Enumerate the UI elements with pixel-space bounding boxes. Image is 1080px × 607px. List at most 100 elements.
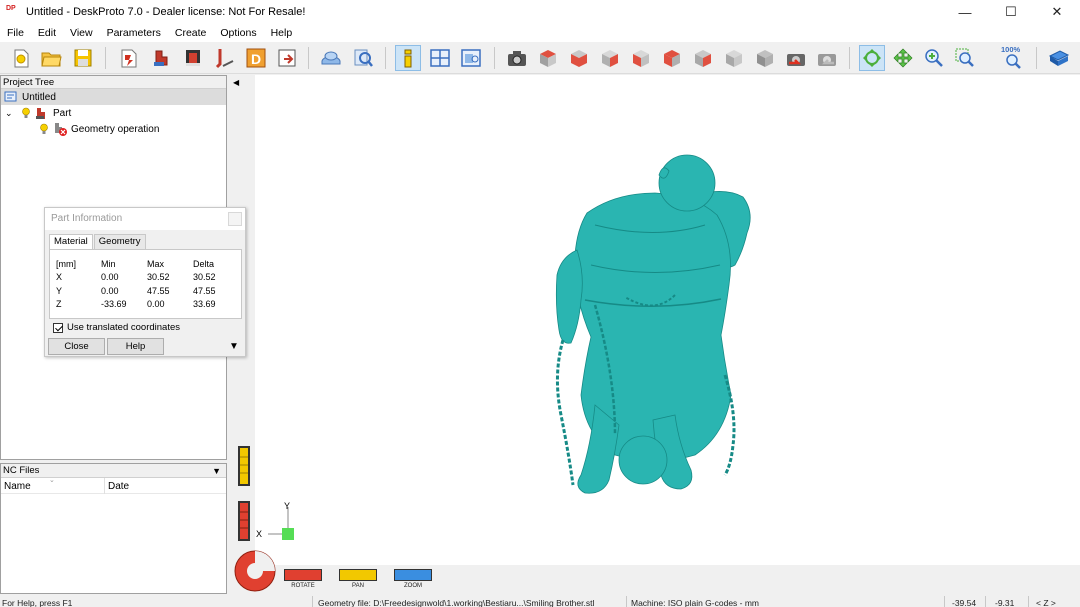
zoom-mode-bar[interactable] [394,569,432,581]
preview-icon[interactable] [350,45,376,71]
translated-coordinates-checkbox[interactable] [53,322,63,333]
part-icon [36,108,45,119]
minimize-button[interactable]: — [942,0,988,24]
view-iso2-icon[interactable] [752,45,778,71]
3d-viewport[interactable]: Y X [255,75,1080,570]
open-geometry-icon[interactable] [116,45,142,71]
row-axis: X [56,272,63,283]
help-book-icon[interactable] [1046,45,1072,71]
operation-error-icon [55,123,67,136]
status-coord-z: < Z > [1036,598,1056,607]
menu-options[interactable]: Options [213,27,263,39]
project-tree-header: Project Tree [1,76,226,89]
status-geometry-file: Geometry file: D:\Freedesignwold\1.worki… [318,598,595,607]
lightbulb-icon[interactable] [21,107,31,119]
row-delta: 47.55 [193,285,216,296]
menu-help[interactable]: Help [264,27,300,39]
row-max: 0.00 [147,299,165,310]
nc-files-title: NC Files [3,465,40,476]
menu-parameters[interactable]: Parameters [100,27,168,39]
zoom-window-icon[interactable] [952,45,978,71]
dimensions-table: [mm] Min Max Delta X 0.00 30.52 30.52 Y … [56,257,239,311]
tree-root-untitled[interactable]: Untitled [1,89,226,105]
view-top-icon[interactable] [535,45,561,71]
part-info-icon[interactable] [395,45,421,71]
pan-mode-bar[interactable] [339,569,377,581]
zoom-mode-icon[interactable] [921,45,947,71]
column-header-date[interactable]: Date [108,481,129,492]
lightbulb-icon[interactable] [39,123,49,135]
translated-coordinates-label: Use translated coordinates [67,322,181,333]
view-back-icon[interactable] [628,45,654,71]
close-button[interactable]: ✕ [1034,0,1080,24]
dialog-close-icon[interactable] [228,212,242,226]
nc-files-header[interactable]: NC Files ▼ [1,464,226,478]
table-row: Y 0.00 47.55 47.55 [56,284,239,298]
depth-slider-icon[interactable] [237,500,251,542]
tree-item-geometry-operation[interactable]: Geometry operation [35,121,159,137]
layout-icon[interactable] [427,45,453,71]
view-iso-icon[interactable] [721,45,747,71]
view-front-icon[interactable] [566,45,592,71]
undo-view-icon[interactable] [783,45,809,71]
operation-parameters-icon[interactable] [180,45,206,71]
dialog-title: Part Information [51,213,123,224]
pan-mode-icon[interactable] [890,45,916,71]
rotate-mode-label: ROTATE [291,583,315,589]
simulation-icon[interactable] [318,45,344,71]
camera-icon[interactable] [504,45,530,71]
figure-model[interactable] [555,154,751,494]
window-icon[interactable] [458,45,484,71]
tab-geometry[interactable]: Geometry [93,234,146,249]
row-max: 30.52 [147,272,170,283]
zoom-level-text: 100% [1001,45,1021,54]
viewport-mode-strip: ROTATE PAN ZOOM [229,550,1080,595]
maximize-button[interactable]: ☐ [988,0,1034,24]
menu-file[interactable]: File [0,27,31,39]
expand-dialog-icon[interactable]: ▼ [229,341,239,352]
project-icon [4,91,17,102]
status-bar: For Help, press F1 Geometry file: D:\Fre… [0,596,1080,607]
table-header-row: [mm] Min Max Delta [56,257,239,271]
part-parameters-icon[interactable] [148,45,174,71]
export-icon[interactable] [274,45,300,71]
close-dialog-button[interactable]: Close [48,338,105,355]
sort-indicator-icon: ⌄ [49,477,55,484]
rotate-dial-icon[interactable] [233,549,277,593]
axis-y-label: Y [284,501,290,511]
save-project-icon[interactable] [70,45,96,71]
menu-create[interactable]: Create [168,27,214,39]
chevron-down-icon[interactable]: ⌄ [5,108,17,119]
tree-root-label: Untitled [22,91,56,103]
menu-edit[interactable]: Edit [31,27,63,39]
row-axis: Y [56,285,63,296]
new-project-icon[interactable] [8,45,34,71]
tab-material[interactable]: Material [49,234,93,250]
row-delta: 30.52 [193,272,216,283]
part-information-dialog: Part Information Material Geometry [mm] … [44,207,246,357]
light-slider-icon[interactable] [237,445,251,487]
zoom-fit-icon[interactable]: 100% [1000,45,1026,71]
window-title: Untitled - DeskProto 7.0 - Dealer licens… [26,6,306,18]
menu-view[interactable]: View [63,27,100,39]
dropdown-arrow-icon[interactable]: ▼ [212,464,221,478]
view-left-icon[interactable] [659,45,685,71]
column-header-name[interactable]: Name [4,481,31,492]
redo-view-icon[interactable] [814,45,840,71]
translated-coordinates-option[interactable]: Use translated coordinates [53,322,180,333]
open-project-icon[interactable] [38,45,64,71]
tree-item-part[interactable]: ⌄ Part [5,105,71,121]
model-view[interactable]: Y X [255,75,1080,570]
dialog-title-bar[interactable]: Part Information [45,208,245,230]
view-bottom-icon[interactable] [690,45,716,71]
view-right-icon[interactable] [597,45,623,71]
table-row: X 0.00 30.52 30.52 [56,271,239,285]
collapse-panel-icon[interactable]: ◀ [233,78,239,87]
pan-mode-label: PAN [352,583,364,589]
drawing-icon[interactable]: D [243,45,269,71]
rotate-mode-bar[interactable] [284,569,322,581]
nc-files-panel: NC Files ▼ Name ⌄ Date [0,463,227,594]
vector-icon[interactable] [212,45,238,71]
rotate-mode-icon[interactable] [859,45,885,71]
help-dialog-button[interactable]: Help [107,338,164,355]
